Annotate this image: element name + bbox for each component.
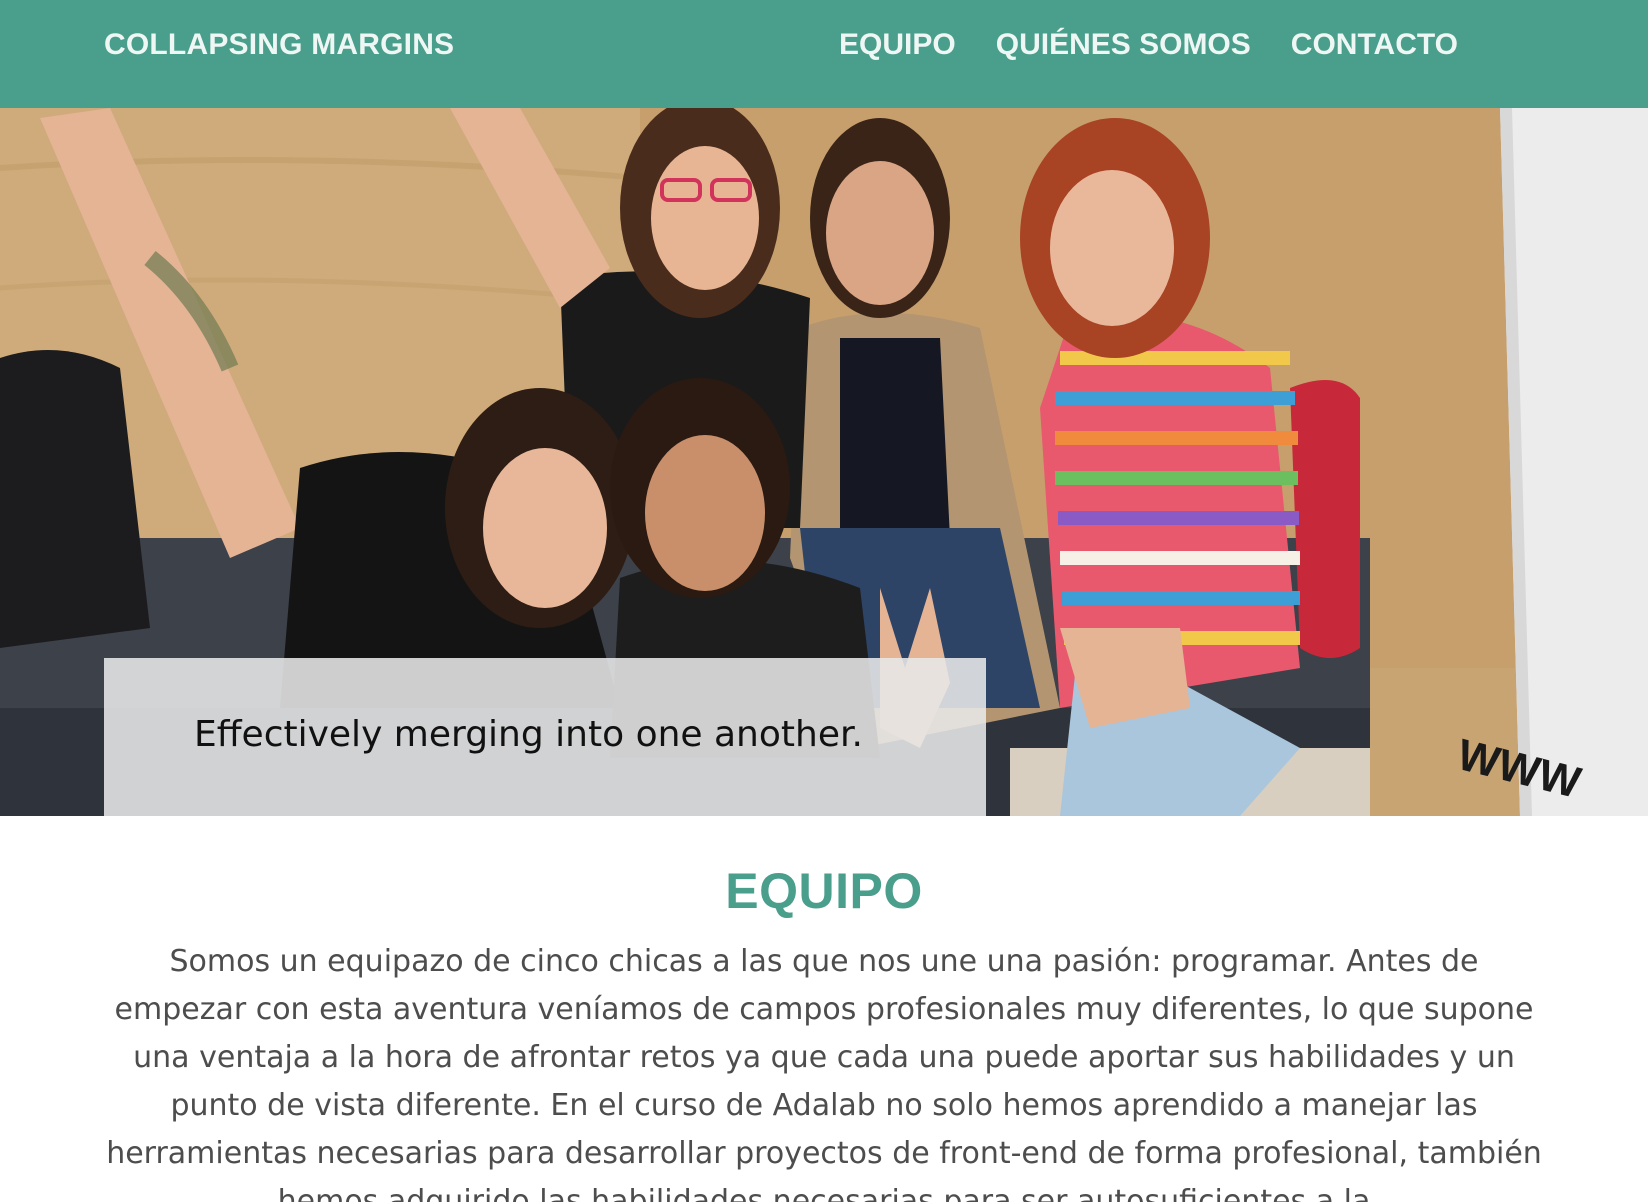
nav-link-contacto[interactable]: CONTACTO	[1291, 28, 1458, 62]
hero-caption: Effectively merging into one another.	[194, 714, 863, 755]
site-header: COLLAPSING MARGINS EQUIPO QUIÉNES SOMOS …	[0, 0, 1648, 108]
nav-link-equipo[interactable]: EQUIPO	[839, 28, 956, 62]
hero-caption-box: Effectively merging into one another.	[104, 658, 986, 816]
page: COLLAPSING MARGINS EQUIPO QUIÉNES SOMOS …	[0, 0, 1648, 1202]
hero-section: WWW Effectively merging into one another…	[0, 108, 1648, 816]
main-nav: EQUIPO QUIÉNES SOMOS CONTACTO	[839, 28, 1458, 62]
site-logo[interactable]: COLLAPSING MARGINS	[104, 28, 454, 62]
nav-link-quienes-somos[interactable]: QUIÉNES SOMOS	[996, 28, 1251, 62]
team-section-text: Somos un equipazo de cinco chicas a las …	[106, 944, 1542, 1202]
team-section-title: EQUIPO	[725, 863, 923, 919]
